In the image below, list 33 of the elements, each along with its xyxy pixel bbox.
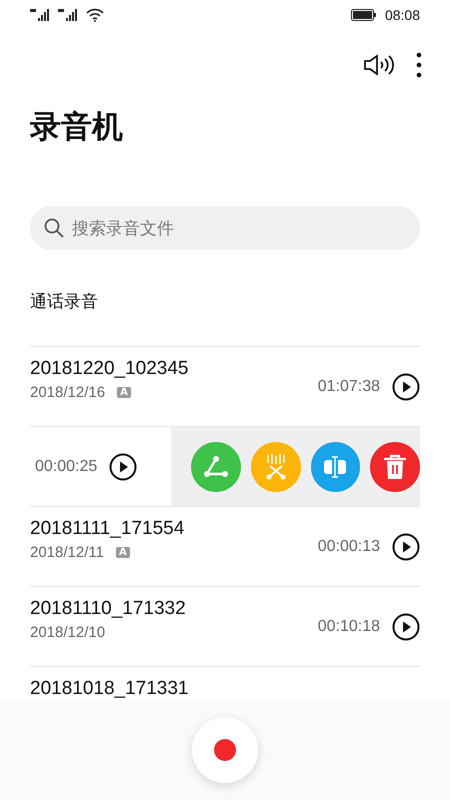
recording-date: 2018/12/16 xyxy=(30,384,106,401)
clock-time: 08:08 xyxy=(384,7,420,23)
signal-icon xyxy=(30,9,52,21)
recording-duration: 00:00:13 xyxy=(318,538,380,556)
play-icon[interactable] xyxy=(109,452,138,480)
recording-duration: 01:07:38 xyxy=(318,378,380,396)
recording-name: 20181110_171332 xyxy=(30,598,187,620)
section-heading: 通话录音 xyxy=(30,291,99,314)
speaker-icon[interactable] xyxy=(364,54,394,76)
share-icon xyxy=(202,454,229,478)
wifi-icon xyxy=(86,8,104,22)
recording-name: 20181018_171331 xyxy=(30,678,190,700)
search-icon xyxy=(44,218,64,238)
recording-date: 2018/12/10 xyxy=(30,624,106,641)
more-icon[interactable] xyxy=(416,52,422,78)
trash-icon xyxy=(383,454,408,480)
record-dot-icon xyxy=(213,738,237,762)
recording-name: 20181111_171554 xyxy=(30,518,186,540)
recording-name: 20181220_102345 xyxy=(30,358,190,380)
search-field[interactable]: 搜索录音文件 xyxy=(30,206,420,250)
battery-icon xyxy=(350,9,377,21)
delete-button[interactable] xyxy=(370,442,420,492)
recording-duration: 00:10:18 xyxy=(318,618,380,636)
play-icon[interactable] xyxy=(392,372,420,400)
page-title: 录音机 xyxy=(30,108,124,147)
search-placeholder: 搜索录音文件 xyxy=(72,218,174,240)
play-icon[interactable] xyxy=(392,532,420,560)
signal-icon xyxy=(58,9,80,21)
recording-date: 2018/12/11 xyxy=(30,544,104,561)
auto-badge: A xyxy=(117,387,131,398)
recording-duration: 00:00:25 xyxy=(35,458,98,476)
play-icon[interactable] xyxy=(392,612,420,640)
auto-badge: A xyxy=(116,547,130,558)
